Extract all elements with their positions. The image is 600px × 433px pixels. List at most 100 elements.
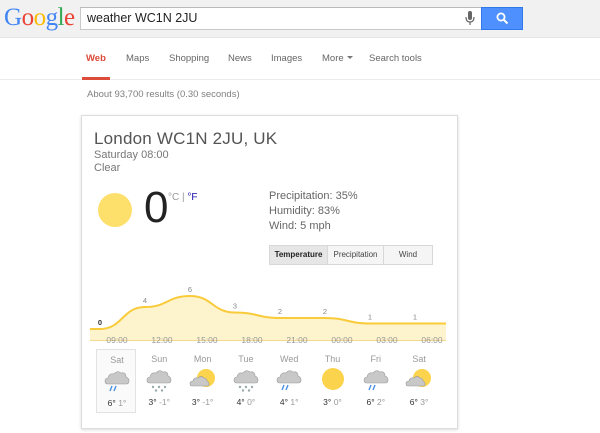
- celsius-unit[interactable]: °C: [168, 192, 179, 203]
- weather-details: Precipitation: 35% Humidity: 83% Wind: 5…: [269, 189, 358, 234]
- forecast-day[interactable]: Tue 4° 0°: [226, 349, 266, 413]
- forecast-strip: Sat 6° 1° Sun 3° -1° Mon 3° -1° Tue 4° 0° Wed 4° …: [82, 349, 459, 415]
- forecast-day[interactable]: Sat 6° 3°: [399, 349, 439, 413]
- time-tick-label: 06:00: [421, 335, 443, 345]
- forecast-high: 3°: [148, 397, 157, 407]
- forecast-temps: 3° 0°: [313, 397, 353, 407]
- forecast-low: 1°: [290, 397, 299, 407]
- forecast-temps: 6° 1°: [97, 398, 137, 408]
- forecast-day[interactable]: Sun 3° -1°: [139, 349, 179, 413]
- search-input[interactable]: weather WC1N 2JU: [80, 7, 482, 30]
- tab-maps[interactable]: Maps: [126, 53, 149, 64]
- wind-text: Wind: 5 mph: [269, 220, 331, 232]
- weather-location[interactable]: London WC1N 2JU, UK: [94, 129, 277, 149]
- data-label: 1: [413, 313, 417, 322]
- data-label: 2: [323, 307, 327, 316]
- forecast-high: 6°: [409, 397, 418, 407]
- time-tick-label: 03:00: [376, 335, 398, 345]
- search-tabs: Web Maps Shopping News Images More Searc…: [0, 38, 600, 80]
- data-label: 1: [368, 313, 372, 322]
- chart-time-axis: 09:00 12:00 15:00 18:00 21:00 00:00 03:00 06:00: [82, 335, 459, 347]
- tab-more-label: More: [322, 53, 344, 64]
- forecast-low: 2°: [376, 397, 386, 407]
- partly-cloudy-icon: [405, 369, 432, 387]
- sun-icon: [98, 193, 132, 227]
- data-label: 3: [233, 302, 237, 311]
- search-query[interactable]: weather WC1N 2JU: [87, 11, 197, 25]
- forecast-temps: 6° 2°: [356, 397, 396, 407]
- forecast-day-name: Fri: [370, 354, 382, 364]
- time-tick-label: 21:00: [286, 335, 308, 345]
- result-stats: About 93,700 results (0.30 seconds): [87, 89, 240, 100]
- logo-letter: o: [21, 4, 35, 31]
- forecast-day[interactable]: Wed 4° 1°: [269, 349, 309, 413]
- fahrenheit-unit[interactable]: °F: [187, 192, 197, 203]
- forecast-high: 3°: [191, 397, 200, 407]
- rain-cloud-icon: [104, 371, 130, 392]
- search-icon: [496, 12, 509, 25]
- sun-icon: [321, 368, 344, 390]
- time-tick-label: 15:00: [196, 335, 218, 345]
- rain-cloud-icon: [363, 370, 389, 391]
- top-bar: Google weather WC1N 2JU: [0, 0, 600, 38]
- snow-cloud-icon: [233, 370, 259, 392]
- forecast-day[interactable]: Thu 3° 0°: [313, 349, 353, 413]
- time-tick-label: 12:00: [151, 335, 173, 345]
- current-temperature: 0: [144, 183, 169, 232]
- temperature-chart: 0 4 6 3 2 2 1 1: [90, 285, 446, 341]
- forecast-low: 1°: [118, 398, 127, 408]
- forecast-high: 4°: [279, 397, 288, 407]
- forecast-day-name: Wed: [280, 354, 299, 364]
- forecast-low: 0°: [247, 397, 256, 407]
- forecast-temps: 6° 3°: [399, 397, 439, 407]
- snow-cloud-icon: [146, 370, 172, 392]
- tab-shopping[interactable]: Shopping: [169, 53, 209, 64]
- forecast-day[interactable]: Sat 6° 1°: [96, 349, 136, 413]
- forecast-temps: 4° 1°: [269, 397, 309, 407]
- unit-separator: |: [182, 192, 185, 203]
- weather-condition: Clear: [94, 162, 121, 174]
- unit-switcher: °C | °F: [168, 192, 198, 203]
- forecast-low: -1°: [202, 397, 214, 407]
- microphone-icon[interactable]: [465, 11, 475, 26]
- forecast-day-name: Sun: [151, 354, 168, 364]
- active-tab-indicator: [82, 77, 110, 80]
- data-label: 0: [98, 318, 102, 327]
- forecast-day-name: Sat: [412, 354, 426, 364]
- data-label: 2: [278, 307, 282, 316]
- logo-letter: G: [4, 4, 22, 31]
- tab-more[interactable]: More: [322, 53, 353, 64]
- forecast-temps: 4° 0°: [226, 397, 266, 407]
- chart-mode-toggle: Temperature Precipitation Wind: [269, 245, 433, 265]
- wind-button[interactable]: Wind: [384, 246, 432, 264]
- forecast-day[interactable]: Mon 3° -1°: [183, 349, 223, 413]
- partly-cloudy-icon: [189, 369, 215, 387]
- forecast-low: 0°: [333, 397, 342, 407]
- forecast-day[interactable]: Fri 6° 2°: [356, 349, 396, 413]
- humidity-text: Humidity: 83%: [269, 205, 340, 217]
- temperature-button[interactable]: Temperature: [270, 246, 328, 264]
- search-button[interactable]: [481, 7, 523, 30]
- forecast-low: 3°: [420, 397, 429, 407]
- forecast-day-name: Mon: [193, 354, 212, 364]
- tab-news[interactable]: News: [228, 53, 252, 64]
- google-logo[interactable]: Google: [4, 5, 75, 31]
- forecast-day-name: Thu: [324, 354, 341, 364]
- rain-cloud-icon: [276, 370, 302, 391]
- tab-search-tools[interactable]: Search tools: [369, 53, 422, 64]
- forecast-low: -1°: [159, 397, 171, 407]
- data-label: 4: [143, 296, 147, 305]
- precipitation-text: Precipitation: 35%: [269, 190, 358, 202]
- forecast-high: 3°: [323, 397, 332, 407]
- tab-images[interactable]: Images: [271, 53, 302, 64]
- logo-letter: g: [45, 4, 59, 31]
- weather-card: London WC1N 2JU, UK Saturday 08:00 Clear…: [81, 115, 458, 429]
- precipitation-button[interactable]: Precipitation: [328, 246, 384, 264]
- time-tick-label: 00:00: [331, 335, 353, 345]
- tab-web[interactable]: Web: [86, 53, 106, 64]
- forecast-temps: 3° -1°: [139, 397, 179, 407]
- caret-down-icon: [346, 56, 353, 59]
- data-label: 6: [188, 285, 192, 294]
- logo-letter: o: [33, 4, 47, 31]
- time-tick-label: 18:00: [241, 335, 263, 345]
